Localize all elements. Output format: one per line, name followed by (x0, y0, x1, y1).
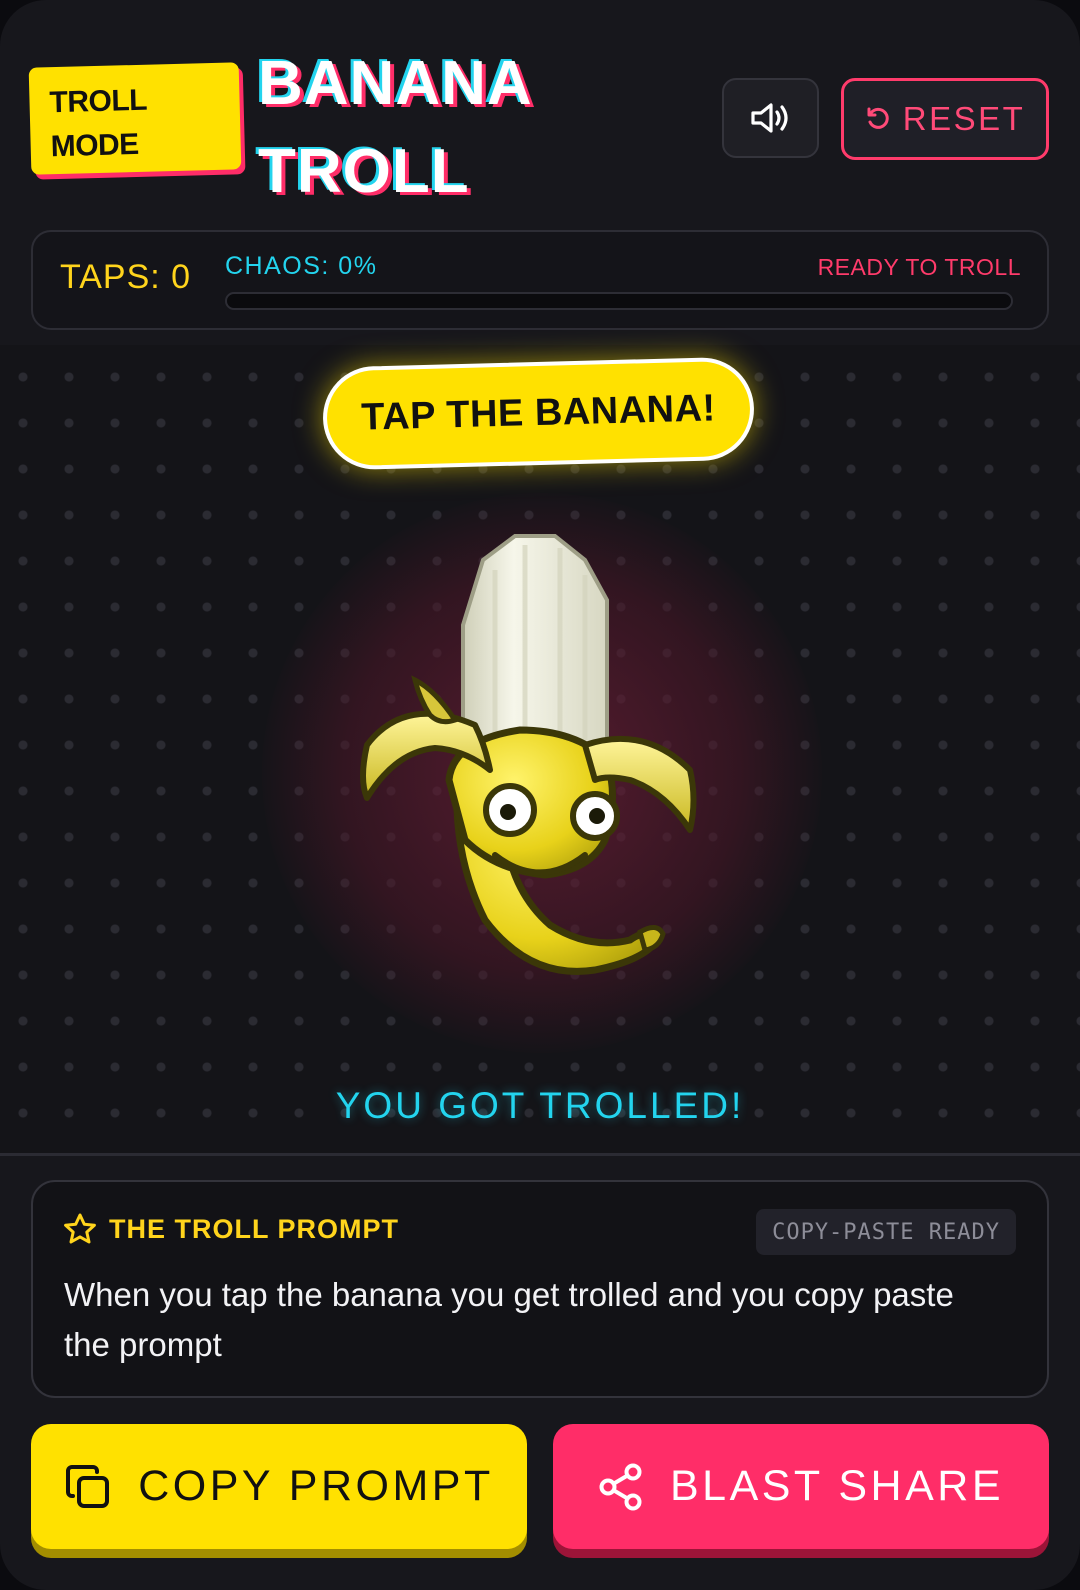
copy-icon (66, 1464, 110, 1508)
copy-paste-ready-badge: COPY-PASTE READY (756, 1209, 1016, 1255)
copy-prompt-label: COPY PROMPT (138, 1462, 494, 1510)
copy-prompt-button[interactable]: COPY PROMPT (31, 1424, 527, 1549)
trolled-caption: YOU GOT TROLLED! (335, 1085, 745, 1126)
stage-divider (0, 1153, 1080, 1156)
chaos-label: CHAOS: 0% (225, 252, 378, 280)
speaker-icon (750, 103, 788, 133)
app-title: BANANA TROLL (258, 40, 533, 216)
chaos-progress-bar (225, 292, 1013, 310)
blast-share-label: BLAST SHARE (669, 1462, 1005, 1510)
tap-banana-banner[interactable]: TAP THE BANANA! (321, 356, 756, 471)
taps-counter: TAPS: 0 (60, 258, 192, 296)
prompt-header: THE TROLL PROMPT (63, 1212, 399, 1246)
stats-panel: TAPS: 0 CHAOS: 0% READY TO TROLL (31, 230, 1049, 330)
blast-share-button[interactable]: BLAST SHARE (553, 1424, 1049, 1549)
troll-mode-badge: TROLL MODE (28, 62, 242, 175)
prompt-text: When you tap the banana you get trolled … (64, 1276, 954, 1363)
title-line-2: TROLL (258, 137, 470, 206)
troll-prompt-card: THE TROLL PROMPT COPY-PASTE READY When y… (31, 1180, 1049, 1398)
badge-line-2: MODE (50, 127, 140, 164)
reset-label: RESET (902, 100, 1026, 137)
banana-character[interactable] (345, 530, 725, 1030)
status-text: READY TO TROLL (817, 254, 1021, 280)
reset-button[interactable]: RESET (841, 78, 1049, 160)
prompt-title: THE TROLL PROMPT (109, 1213, 399, 1244)
share-icon (599, 1463, 642, 1510)
app-window: TROLL MODE BANANA TROLL RESET TAPS: 0 CH… (0, 0, 1080, 1590)
reset-icon (867, 107, 889, 129)
badge-line-1: TROLL (49, 83, 148, 120)
title-line-1: BANANA (258, 49, 533, 118)
star-icon (64, 1213, 96, 1244)
sound-toggle-button[interactable] (722, 78, 819, 158)
